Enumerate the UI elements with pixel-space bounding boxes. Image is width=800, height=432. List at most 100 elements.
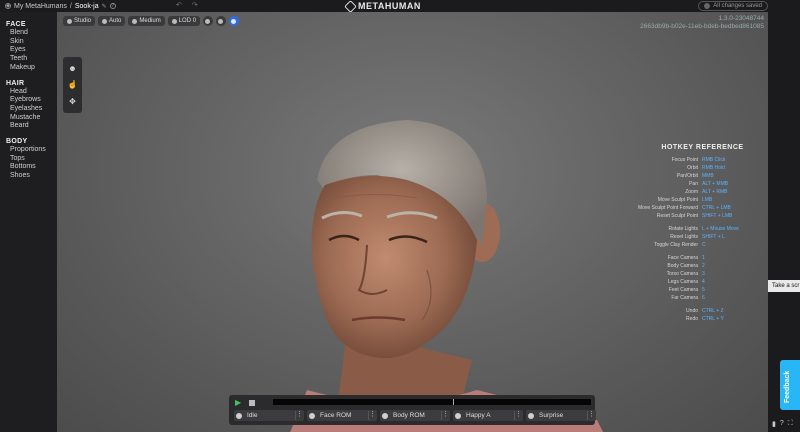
animation-label: Idle <box>247 412 258 419</box>
hotkey-action: Face Camera <box>667 255 698 261</box>
viewport-tools: ☻ ☝ ✥ <box>63 57 82 113</box>
undo-icon[interactable]: ↶ <box>176 1 182 9</box>
breadcrumb-separator: / <box>69 2 72 10</box>
more-options-icon[interactable]: ⋮ <box>368 411 376 420</box>
lod-button[interactable]: LOD 0 <box>167 16 201 26</box>
animation-preset-face-rom[interactable]: Face ROM ⋮ <box>307 410 377 421</box>
animation-preset-idle[interactable]: Idle ⋮ <box>234 410 304 421</box>
camera-label: Auto <box>109 18 122 24</box>
hotkey-key: CTRL + LMB <box>702 205 731 211</box>
more-options-icon[interactable]: ⋮ <box>587 411 595 420</box>
lighting-studio-button[interactable]: Studio <box>63 16 96 26</box>
help-icon[interactable]: ? <box>109 3 116 9</box>
hotkey-action: Undo <box>686 308 698 314</box>
animation-preset-body-rom[interactable]: Body ROM ⋮ <box>380 410 450 421</box>
sidebar-item-mustache[interactable]: Mustache <box>6 114 57 123</box>
hotkey-row: Zoom ALT + RMB <box>635 188 768 196</box>
sidebar-item-proportions[interactable]: Proportions <box>6 146 57 155</box>
sidebar-item-teeth[interactable]: Teeth <box>6 55 57 64</box>
breadcrumb-parent-link[interactable]: My MetaHumans <box>14 3 67 10</box>
quality-label: Medium <box>139 18 161 24</box>
metahuman-logo-icon <box>344 0 357 13</box>
animation-label: Face ROM <box>320 412 352 419</box>
hotkey-row: Redo CTRL + Y <box>635 315 768 323</box>
render-mode-button[interactable] <box>203 16 214 26</box>
hotkey-key: SHIFT + L <box>702 234 725 240</box>
edit-name-icon[interactable]: ✎ <box>102 3 107 10</box>
camera-auto-button[interactable]: Auto <box>98 16 126 26</box>
hotkey-reference-title: HOTKEY REFERENCE <box>661 144 744 151</box>
sidebar-item-makeup[interactable]: Makeup <box>6 64 57 73</box>
hotkey-action: Rotate Lights <box>668 226 698 232</box>
build-number: 1.3.0-23048744 <box>718 15 764 22</box>
sidebar-item-tops[interactable]: Tops <box>6 155 57 164</box>
quality-medium-button[interactable]: Medium <box>128 16 165 26</box>
viewport[interactable]: Studio Auto Medium LOD 0 1.3.0-23048744 … <box>57 12 768 432</box>
feedback-button[interactable]: Feedback <box>780 360 800 410</box>
hotkey-action: Move Sculpt Point <box>657 197 698 203</box>
sidebar-section-title[interactable]: FACE <box>6 20 57 29</box>
hotkey-reference-panel: HOTKEY REFERENCE Focus Point RMB Click Orb… <box>635 144 768 323</box>
sidebar-item-shoes[interactable]: Shoes <box>6 172 57 181</box>
animation-label: Happy A <box>466 412 491 419</box>
feedback-label: Feedback <box>784 370 791 403</box>
animation-timeline[interactable] <box>273 399 591 405</box>
hotkey-key: C <box>702 242 706 248</box>
stop-icon[interactable] <box>249 399 255 406</box>
animation-preset-surprise[interactable]: Surprise ⋮ <box>526 410 596 421</box>
hand-pointer-icon[interactable]: ☝ <box>68 80 78 90</box>
hotkey-key: MMB <box>702 173 714 179</box>
hotkey-key: ALT + MMB <box>702 181 729 187</box>
stats-icon[interactable]: ▮ <box>772 420 776 428</box>
lod-label: LOD 0 <box>178 18 197 24</box>
sidebar-item-head[interactable]: Head <box>6 88 57 97</box>
hotkey-action: Reset Sculpt Point <box>656 213 698 219</box>
hotkey-key: CTRL + Z <box>702 308 724 314</box>
hotkey-row: Torso Camera 3 <box>635 270 768 278</box>
hotkey-row: Pan ALT + MMB <box>635 180 768 188</box>
sidebar-item-skin[interactable]: Skin <box>6 38 57 47</box>
animation-icon <box>382 412 388 419</box>
check-icon <box>704 3 711 9</box>
fullscreen-icon[interactable]: ⛶ <box>788 420 793 428</box>
lighting-label: Studio <box>74 18 92 24</box>
metahuman-creator-app: ◆ My MetaHumans / Sook-ja ✎ ? ↶ ↷ METAHU… <box>0 0 800 432</box>
sidebar-item-bottoms[interactable]: Bottoms <box>6 163 57 172</box>
playback-controls: ▶ <box>229 398 595 407</box>
move-arrows-icon[interactable]: ✥ <box>68 97 78 107</box>
more-options-icon[interactable]: ⋮ <box>295 411 303 420</box>
build-hash: 2663db9b-b02e-11eb-bdeb-bedbed861085 <box>640 23 764 30</box>
save-status-text: All changes saved <box>713 3 762 9</box>
sidebar-item-eyebrows[interactable]: Eyebrows <box>6 96 57 105</box>
animation-preset-happy-a[interactable]: Happy A ⋮ <box>453 410 523 421</box>
hotkey-row: Feet Camera 5 <box>635 286 768 294</box>
sidebar-item-beard[interactable]: Beard <box>6 122 57 131</box>
diamond-icon <box>132 18 138 24</box>
metahuman-small-logo-icon: ◆ <box>5 3 11 9</box>
play-icon[interactable]: ▶ <box>235 398 243 407</box>
hotkey-action: Redo <box>686 316 698 322</box>
viewport-toolbar: Studio Auto Medium LOD 0 <box>63 16 240 26</box>
redo-icon[interactable]: ↷ <box>192 1 198 9</box>
sidebar-section-title[interactable]: HAIR <box>6 79 57 88</box>
more-options-icon[interactable]: ⋮ <box>514 411 522 420</box>
hotkey-action: Far Camera <box>671 295 698 301</box>
hotkey-list: Focus Point RMB Click Orbit RMB Hold Pan/Orb… <box>635 156 768 323</box>
sidebar-item-blend[interactable]: Blend <box>6 29 57 38</box>
sidebar-section-title[interactable]: BODY <box>6 137 57 146</box>
sidebar-item-eyes[interactable]: Eyes <box>6 46 57 55</box>
help-icon[interactable]: ? <box>780 420 784 428</box>
hotkey-action: Pan/Orbit <box>676 173 698 179</box>
face-tool-icon[interactable]: ☻ <box>68 63 78 73</box>
sidebar-item-eyelashes[interactable]: Eyelashes <box>6 105 57 114</box>
settings-toggle-button[interactable] <box>229 16 240 26</box>
hotkey-action: Body Camera <box>667 263 698 269</box>
sidebar-section-body: BODY Proportions Tops Bottoms Shoes <box>6 137 57 181</box>
hotkey-key: LMB <box>702 197 713 203</box>
clay-render-button[interactable] <box>216 16 227 26</box>
hotkey-key: 6 <box>702 295 705 301</box>
save-status-badge: All changes saved <box>698 1 768 11</box>
timeline-marker[interactable] <box>453 399 454 405</box>
more-options-icon[interactable]: ⋮ <box>441 411 449 420</box>
breadcrumb: ◆ My MetaHumans / Sook-ja ✎ ? <box>0 3 116 10</box>
